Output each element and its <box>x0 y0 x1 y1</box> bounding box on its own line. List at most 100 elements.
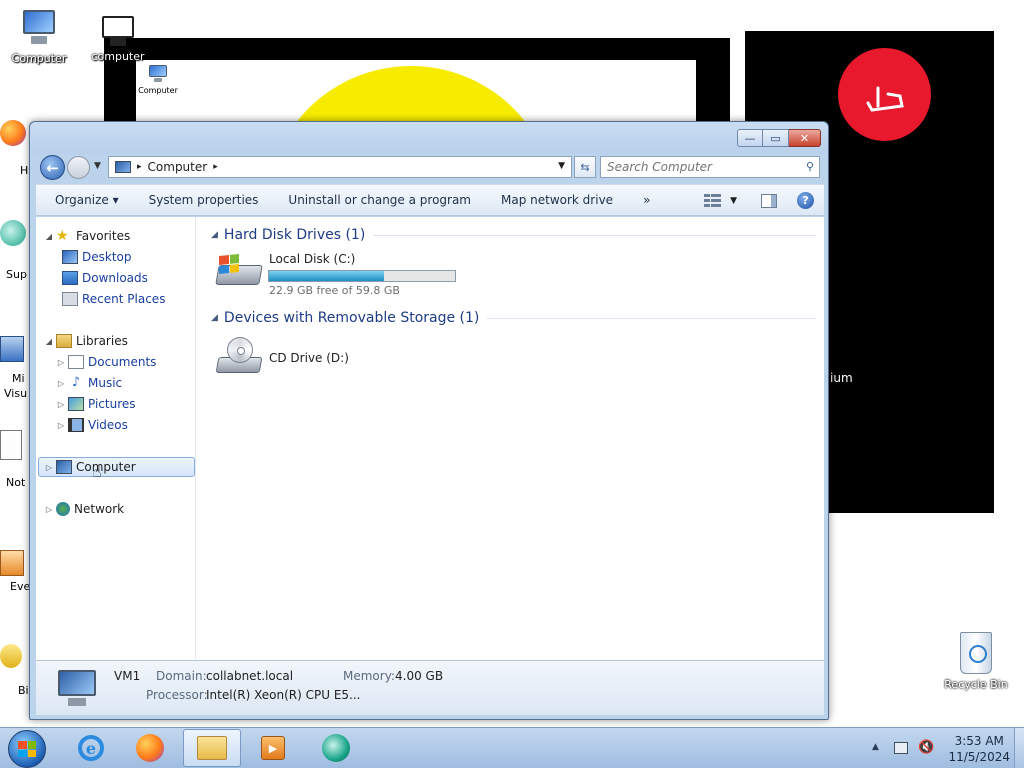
taskbar-app[interactable] <box>307 729 365 767</box>
recent-pages-dropdown[interactable]: ▼ <box>94 161 101 171</box>
taskbar-firefox[interactable] <box>121 729 179 767</box>
group-divider <box>373 234 816 236</box>
edge-label: Bi <box>18 684 29 697</box>
system-properties-button[interactable]: System properties <box>134 193 274 207</box>
drive-free-space: 22.9 GB free of 59.8 GB <box>269 284 400 297</box>
visual-studio-shortcut-icon[interactable] <box>0 336 30 366</box>
uninstall-program-button[interactable]: Uninstall or change a program <box>273 193 486 207</box>
search-icon[interactable]: ⚲ <box>806 160 814 173</box>
desktop-icon-computer-small[interactable]: Computer <box>138 64 178 95</box>
hard-disk-icon <box>215 253 263 293</box>
app-icon <box>322 734 350 762</box>
toolbar-right: ▼ ? <box>704 192 814 209</box>
caption-buttons: — ▭ ✕ <box>737 129 821 147</box>
maximize-button[interactable]: ▭ <box>763 129 789 147</box>
collapse-arrow-icon[interactable]: ◢ <box>44 232 54 241</box>
forward-button[interactable] <box>67 156 90 179</box>
star-icon: ★ <box>56 228 69 244</box>
nav-network[interactable]: ▷ Network <box>44 499 124 519</box>
minimize-button[interactable]: — <box>737 129 763 147</box>
event-shortcut-icon[interactable] <box>0 550 30 580</box>
breadcrumb-separator[interactable]: ▸ <box>213 162 218 172</box>
downloads-icon <box>62 271 78 285</box>
nav-downloads[interactable]: Downloads <box>60 268 148 288</box>
expand-arrow-icon[interactable]: ▷ <box>56 379 66 388</box>
collapse-arrow-icon[interactable]: ◢ <box>211 230 218 240</box>
computer-icon <box>56 460 72 474</box>
taskbar: e ▶ ▲ 🔇 3:53 AM 11/5/2024 <box>0 727 1024 768</box>
view-dropdown-icon[interactable]: ▼ <box>730 196 737 206</box>
window-titlebar[interactable]: — ▭ ✕ <box>30 122 828 154</box>
map-network-drive-button[interactable]: Map network drive <box>486 193 628 207</box>
taskbar-media-player[interactable]: ▶ <box>244 729 302 767</box>
app-shortcut-icon[interactable] <box>0 220 30 250</box>
desktop-icon-computer[interactable]: Computer <box>6 8 72 65</box>
search-box[interactable]: ⚲ <box>600 156 820 178</box>
taskbar-internet-explorer[interactable]: e <box>62 729 120 767</box>
nav-desktop[interactable]: Desktop <box>60 247 132 267</box>
expand-arrow-icon[interactable]: ▷ <box>56 400 66 409</box>
organize-button[interactable]: Organize ▾ <box>36 193 134 207</box>
nav-music[interactable]: ▷ ♪ Music <box>56 373 122 393</box>
navigation-pane: ◢ ★ Favorites Desktop Downloads Recent P… <box>36 217 196 660</box>
collapse-arrow-icon[interactable]: ◢ <box>44 337 54 346</box>
expand-arrow-icon[interactable]: ▷ <box>44 505 54 514</box>
expand-arrow-icon[interactable]: ▷ <box>44 463 54 472</box>
close-button[interactable]: ✕ <box>789 129 821 147</box>
more-commands-button[interactable]: » <box>628 193 665 207</box>
group-removable-storage[interactable]: ◢ Devices with Removable Storage (1) <box>211 308 816 328</box>
change-view-icon[interactable] <box>704 193 722 208</box>
preview-pane-icon[interactable] <box>761 193 777 208</box>
computer-icon <box>147 64 169 84</box>
breadcrumb-computer[interactable]: Computer <box>148 160 208 174</box>
refresh-button[interactable]: ⇆ <box>574 156 596 178</box>
volume-muted-icon[interactable]: 🔇 <box>918 740 934 755</box>
explorer-window: — ▭ ✕ ← ▼ ▸ Computer ▸ ▼ ⇆ ⚲ Organize ▾ … <box>29 121 829 720</box>
wallpaper-white-panel <box>136 60 696 130</box>
expand-arrow-icon[interactable]: ▷ <box>56 358 66 367</box>
back-button[interactable]: ← <box>40 155 65 180</box>
nav-documents[interactable]: ▷ Documents <box>56 352 156 372</box>
search-input[interactable] <box>601 157 791 177</box>
firefox-shortcut-icon[interactable] <box>0 120 30 150</box>
network-icon <box>56 502 70 516</box>
address-dropdown-icon[interactable]: ▼ <box>558 161 565 171</box>
hand-cursor-icon: ☝ <box>92 462 102 481</box>
recycle-bin-icon <box>960 632 992 674</box>
nav-computer[interactable]: ▷ Computer <box>38 457 195 477</box>
internet-explorer-icon: e <box>78 735 104 761</box>
nav-recent-places[interactable]: Recent Places <box>60 289 165 309</box>
shortcut-icon[interactable] <box>0 644 30 674</box>
drive-usage-bar <box>268 270 456 282</box>
nav-favorites[interactable]: ◢ ★ Favorites <box>44 226 130 246</box>
start-button[interactable] <box>8 730 46 768</box>
desktop-icon-computer-shortcut[interactable]: computer <box>88 14 148 63</box>
window-content: ◢ ★ Favorites Desktop Downloads Recent P… <box>36 217 824 660</box>
notepad-shortcut-icon[interactable] <box>0 430 30 460</box>
nav-label: Network <box>74 502 125 516</box>
address-bar[interactable]: ▸ Computer ▸ ▼ <box>108 156 572 178</box>
desktop-icon-recycle-bin[interactable]: Recycle Bin <box>940 632 1012 691</box>
refresh-icon: ⇆ <box>580 160 590 174</box>
desktop-icon-label: Recycle Bin <box>944 678 1008 691</box>
main-pane: ◢ Hard Disk Drives (1) Local Disk (C:) 2… <box>197 217 824 660</box>
drive-name: CD Drive (D:) <box>269 351 349 365</box>
show-hidden-icons-arrow-icon[interactable]: ▲ <box>872 742 879 752</box>
nav-videos[interactable]: ▷ Videos <box>56 415 128 435</box>
collapse-arrow-icon[interactable]: ◢ <box>211 313 218 323</box>
drive-usage-fill <box>269 271 384 281</box>
show-desktop-button[interactable] <box>1014 728 1024 768</box>
help-icon[interactable]: ? <box>797 192 814 209</box>
nav-label: Favorites <box>76 229 131 243</box>
nav-pictures[interactable]: ▷ Pictures <box>56 394 136 414</box>
navigation-bar: ← ▼ ▸ Computer ▸ ▼ ⇆ ⚲ <box>38 155 821 181</box>
clock[interactable]: 3:53 AM 11/5/2024 <box>948 733 1010 765</box>
breadcrumb-separator[interactable]: ▸ <box>137 162 142 172</box>
nav-libraries[interactable]: ◢ Libraries <box>44 331 128 351</box>
expand-arrow-icon[interactable]: ▷ <box>56 421 66 430</box>
nav-label: Libraries <box>76 334 128 348</box>
network-status-icon[interactable] <box>894 742 908 754</box>
group-hard-disk-drives[interactable]: ◢ Hard Disk Drives (1) <box>211 225 816 245</box>
cd-drive-icon <box>215 337 263 377</box>
taskbar-windows-explorer[interactable] <box>183 729 241 767</box>
